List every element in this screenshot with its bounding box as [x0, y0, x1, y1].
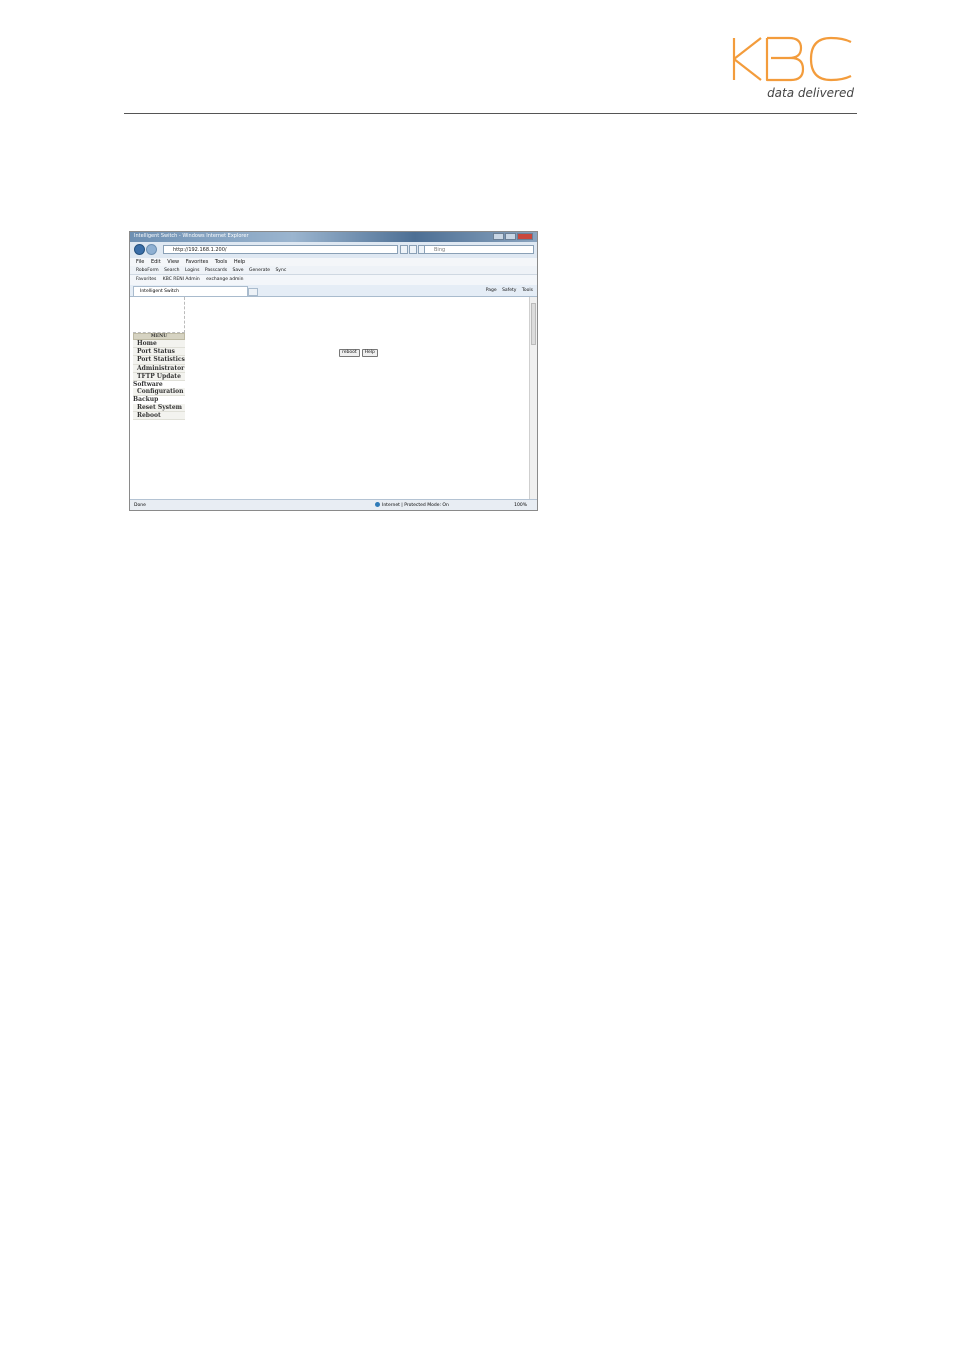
browser-screenshot: Intelligent Switch - Windows Internet Ex…	[129, 231, 538, 511]
tab-intelligent-switch[interactable]: Intelligent Switch	[133, 286, 248, 296]
cmd-page[interactable]: Page	[486, 288, 497, 293]
scrollbar-thumb[interactable]	[531, 303, 536, 345]
back-icon[interactable]	[134, 244, 145, 255]
menu-file[interactable]: File	[136, 259, 144, 265]
roboform-toolbar: RoboForm Search Logins Passcards Save Ge…	[130, 266, 537, 275]
command-bar: Page Safety Tools	[482, 287, 533, 295]
menu-item-software[interactable]: Software	[133, 381, 185, 388]
minimize-icon[interactable]	[493, 233, 504, 240]
menu-item-backup[interactable]: Backup	[133, 396, 185, 403]
toolbar-save[interactable]: Save	[233, 268, 244, 273]
maximize-icon[interactable]	[505, 233, 516, 240]
forward-icon[interactable]	[146, 244, 157, 255]
favorite-kbc-admin[interactable]: KBC RENI Admin	[163, 277, 200, 282]
browser-menubar: File Edit View Favorites Tools Help	[130, 258, 537, 266]
menu-view[interactable]: View	[167, 259, 179, 265]
status-bar: Done Internet | Protected Mode: On 100%	[130, 499, 537, 510]
cmd-tools[interactable]: Tools	[522, 288, 533, 293]
url-actions	[400, 245, 426, 254]
menu-item-port-statistics[interactable]: Port Statistics	[133, 356, 185, 365]
kbc-logo-mark	[732, 36, 852, 82]
new-tab-button[interactable]	[248, 288, 258, 296]
toolbar-search[interactable]: Search	[164, 268, 179, 273]
search-input[interactable]: Bing	[424, 245, 534, 254]
menu-item-reset-system[interactable]: Reset System	[133, 403, 185, 412]
menu-item-administrator[interactable]: Administrator	[133, 364, 185, 373]
toolbar-passcards[interactable]: Passcards	[205, 268, 227, 273]
menu-edit[interactable]: Edit	[151, 259, 161, 265]
logo-tagline: data delivered	[767, 86, 854, 100]
action-buttons: reboot Help	[339, 349, 378, 357]
refresh-icon[interactable]	[409, 245, 417, 254]
security-zone-text: Internet | Protected Mode: On	[382, 503, 449, 508]
menu-item-home[interactable]: Home	[133, 340, 185, 349]
help-button[interactable]: Help	[361, 349, 378, 357]
switch-menu: MENU Home Port Status Port Statistics Ad…	[133, 297, 185, 420]
menu-item-port-status[interactable]: Port Status	[133, 348, 185, 357]
toolbar-generate[interactable]: Generate	[249, 268, 270, 273]
favorite-exchange-admin[interactable]: exchange admin	[206, 277, 243, 282]
menu-help[interactable]: Help	[234, 259, 245, 265]
security-zone: Internet | Protected Mode: On	[375, 500, 449, 510]
status-text: Done	[134, 503, 146, 508]
window-titlebar: Intelligent Switch - Windows Internet Ex…	[130, 232, 537, 242]
tab-bar: Intelligent Switch Page Safety Tools	[130, 285, 537, 297]
dropdown-icon[interactable]	[400, 245, 408, 254]
toolbar-logins[interactable]: Logins	[185, 268, 199, 273]
menu-item-configuration[interactable]: Configuration	[133, 388, 185, 397]
menu-tools[interactable]: Tools	[215, 259, 227, 265]
vertical-scrollbar[interactable]	[529, 297, 537, 499]
menu-favorites[interactable]: Favorites	[186, 259, 209, 265]
menu-item-tftp-update[interactable]: TFTP Update	[133, 372, 185, 381]
reboot-button[interactable]: reboot	[339, 349, 360, 357]
url-input[interactable]: http://192.168.1.200/	[163, 245, 398, 254]
toolbar-sync[interactable]: Sync	[275, 268, 286, 273]
menu-banner	[133, 297, 185, 333]
favorites-bar: Favorites KBC RENI Admin exchange admin	[130, 275, 537, 285]
menu-header: MENU	[133, 333, 185, 340]
page-content: MENU Home Port Status Port Statistics Ad…	[130, 297, 530, 499]
cmd-safety[interactable]: Safety	[502, 288, 516, 293]
favorites-button[interactable]: Favorites	[136, 277, 156, 282]
header-divider	[124, 113, 857, 114]
address-bar: http://192.168.1.200/ Bing	[130, 242, 537, 259]
toolbar-roboform[interactable]: RoboForm	[136, 268, 159, 273]
zoom-level[interactable]: 100%	[514, 500, 527, 510]
menu-item-reboot[interactable]: Reboot	[133, 411, 185, 420]
window-title: Intelligent Switch - Windows Internet Ex…	[134, 233, 249, 239]
close-icon[interactable]	[517, 233, 533, 240]
window-controls	[493, 233, 533, 240]
globe-icon	[375, 502, 380, 507]
